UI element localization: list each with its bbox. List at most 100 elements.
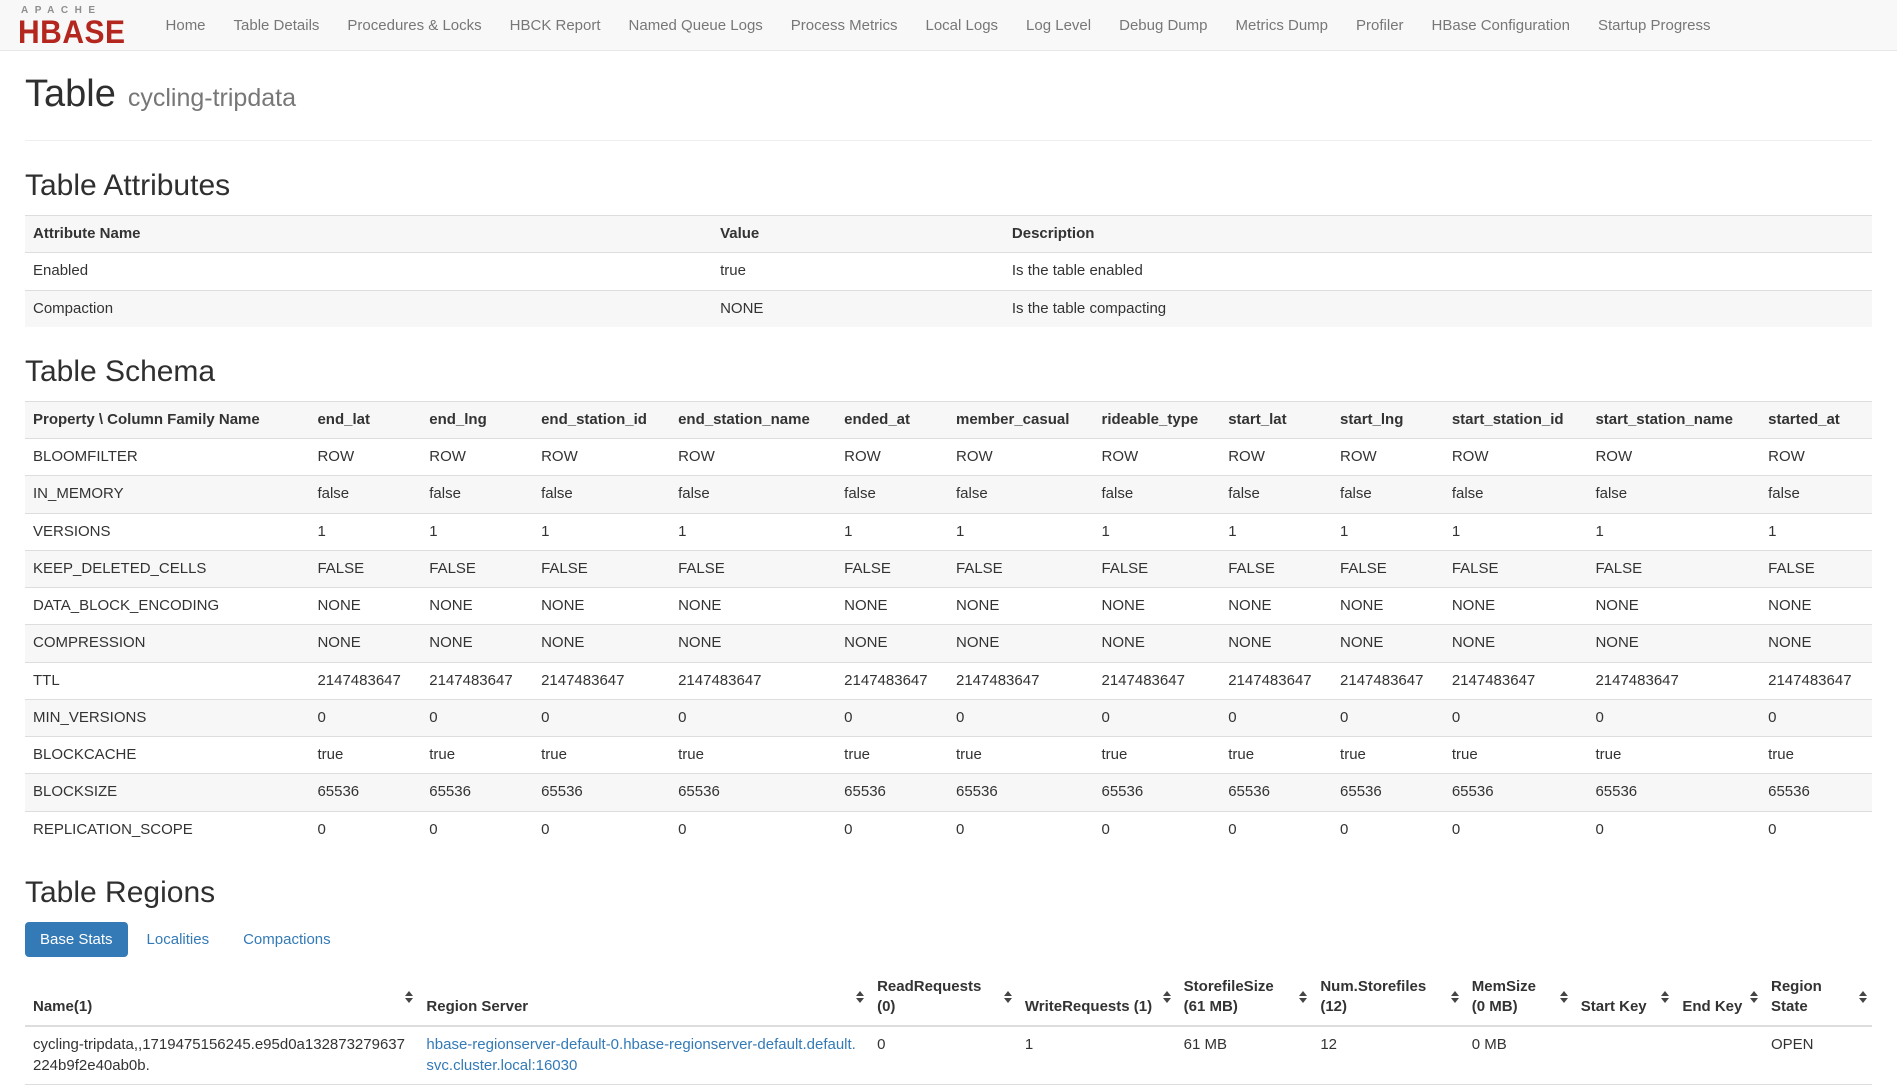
regions-column-end-key[interactable]: End Key [1674,969,1763,1027]
regions-column-region-server[interactable]: Region Server [418,969,869,1027]
regions-column-num-storefiles-12[interactable]: Num.Storefiles (12) [1312,969,1463,1027]
schema-property-value: true [948,737,1094,774]
regions-tab-base-stats[interactable]: Base Stats [25,922,128,957]
schema-property-value: true [533,737,670,774]
schema-family-member-casual: member_casual [948,401,1094,438]
schema-property-value: 65536 [836,774,948,811]
schema-property-name: BLOCKSIZE [25,774,309,811]
schema-property-value: 1 [1220,513,1332,550]
schema-property-value: NONE [533,625,670,662]
regions-column-memsize-0-mb[interactable]: MemSize (0 MB) [1464,969,1573,1027]
sort-down-arrow [1004,998,1012,1003]
sort-icon[interactable] [1750,991,1758,1003]
schema-property-value: true [1332,737,1444,774]
sort-icon[interactable] [1163,991,1171,1003]
regions-column-readrequests-0[interactable]: ReadRequests (0) [869,969,1017,1027]
region-server-link[interactable]: hbase-regionserver-default-0.hbase-regio… [426,1036,855,1073]
sort-icon[interactable] [856,991,864,1003]
schema-property-name: TTL [25,662,309,699]
schema-property-value: 0 [1220,699,1332,736]
schema-property-value: 2147483647 [1587,662,1760,699]
attribute-value: NONE [712,290,1004,327]
nav-item-profiler[interactable]: Profiler [1342,17,1418,34]
sort-icon[interactable] [1560,991,1568,1003]
nav-item-debug-dump[interactable]: Debug Dump [1105,17,1221,34]
regions-column-storefilesize-61-mb[interactable]: StorefileSize (61 MB) [1176,969,1313,1027]
sort-icon[interactable] [405,991,413,1003]
attributes-column-attribute-name: Attribute Name [25,216,712,253]
schema-row-bloomfilter: BLOOMFILTERROWROWROWROWROWROWROWROWROWRO… [25,439,1872,476]
schema-property-value: true [421,737,533,774]
schema-row-ttl: TTL2147483647214748364721474836472147483… [25,662,1872,699]
schema-property-value: 65536 [1760,774,1872,811]
nav-item-local-logs[interactable]: Local Logs [911,17,1012,34]
schema-property-value: 0 [533,699,670,736]
top-navbar: APACHE HBASE HomeTable DetailsProcedures… [0,0,1897,51]
regions-tab-compactions[interactable]: Compactions [228,922,346,957]
schema-property-value: 0 [309,811,421,848]
schema-property-value: 0 [421,699,533,736]
schema-family-end-lng: end_lng [421,401,533,438]
nav-menu: HomeTable DetailsProcedures & LocksHBCK … [152,17,1725,34]
attribute-row: CompactionNONEIs the table compacting [25,290,1872,327]
schema-property-value: NONE [1332,625,1444,662]
schema-property-value: NONE [309,588,421,625]
schema-property-value: 0 [309,699,421,736]
regions-column-region-state[interactable]: Region State [1763,969,1872,1027]
sort-down-arrow [856,998,864,1003]
schema-property-value: ROW [1093,439,1220,476]
nav-item-home[interactable]: Home [152,17,220,34]
schema-property-value: 2147483647 [1444,662,1588,699]
schema-property-value: 1 [533,513,670,550]
hbase-logo[interactable]: APACHE HBASE [18,4,126,47]
nav-item-hbase-configuration[interactable]: HBase Configuration [1418,17,1584,34]
sort-icon[interactable] [1004,991,1012,1003]
nav-item-table-details[interactable]: Table Details [220,17,334,34]
attribute-value: true [712,253,1004,290]
schema-property-value: 65536 [309,774,421,811]
sort-icon[interactable] [1661,991,1669,1003]
regions-column-start-key[interactable]: Start Key [1573,969,1675,1027]
schema-property-value: NONE [309,625,421,662]
schema-property-value: 0 [1332,811,1444,848]
schema-property-value: ROW [1220,439,1332,476]
regions-column-name-1[interactable]: Name(1) [25,969,418,1027]
schema-property-value: NONE [836,588,948,625]
sort-icon[interactable] [1299,991,1307,1003]
sort-up-arrow [1661,991,1669,996]
schema-property-value: 0 [1587,811,1760,848]
schema-property-value: 0 [1587,699,1760,736]
regions-column-writerequests-1[interactable]: WriteRequests (1) [1017,969,1176,1027]
schema-property-value: FALSE [533,550,670,587]
schema-property-value: false [1587,476,1760,513]
schema-property-value: 0 [421,811,533,848]
schema-property-value: false [836,476,948,513]
schema-row-data-block-encoding: DATA_BLOCK_ENCODINGNONENONENONENONENONEN… [25,588,1872,625]
sort-icon[interactable] [1859,991,1867,1003]
schema-property-value: 65536 [1587,774,1760,811]
attributes-header-row: Attribute NameValueDescription [25,216,1872,253]
schema-family-start-lat: start_lat [1220,401,1332,438]
nav-item-log-level[interactable]: Log Level [1012,17,1105,34]
schema-family-start-station-name: start_station_name [1587,401,1760,438]
regions-tab-localities[interactable]: Localities [132,922,225,957]
regions-header-row: Name(1)Region ServerReadRequests (0)Writ… [25,969,1872,1027]
logo-hbase-text: HBASE [18,17,126,49]
nav-item-named-queue-logs[interactable]: Named Queue Logs [615,17,777,34]
sort-down-arrow [1451,998,1459,1003]
schema-header-row: Property \ Column Family Nameend_latend_… [25,401,1872,438]
nav-item-metrics-dump[interactable]: Metrics Dump [1222,17,1343,34]
sort-icon[interactable] [1451,991,1459,1003]
sort-up-arrow [1750,991,1758,996]
schema-property-name: DATA_BLOCK_ENCODING [25,588,309,625]
nav-item-procedures-locks[interactable]: Procedures & Locks [333,17,495,34]
schema-property-value: 1 [309,513,421,550]
nav-item-startup-progress[interactable]: Startup Progress [1584,17,1725,34]
schema-property-value: 1 [670,513,836,550]
nav-item-hbck-report[interactable]: HBCK Report [496,17,615,34]
schema-property-value: 2147483647 [309,662,421,699]
schema-property-value: 65536 [1220,774,1332,811]
nav-item-process-metrics[interactable]: Process Metrics [777,17,912,34]
attributes-column-description: Description [1004,216,1872,253]
schema-property-name: IN_MEMORY [25,476,309,513]
